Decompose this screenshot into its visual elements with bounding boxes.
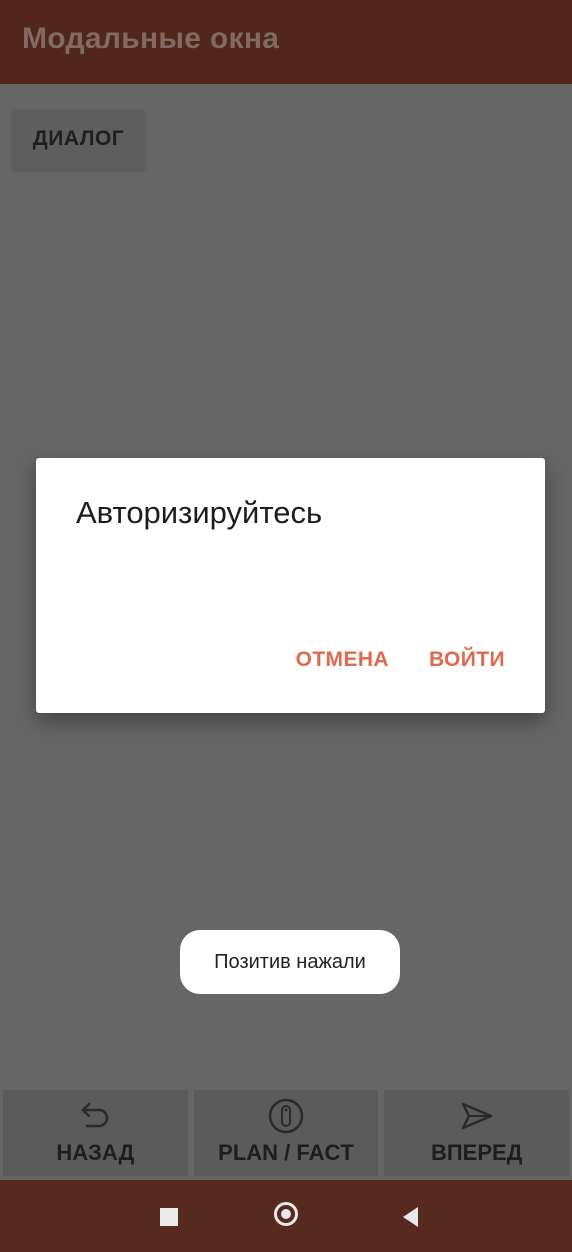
home-icon[interactable] [274, 1202, 298, 1226]
toast-message: Позитив нажали [180, 930, 400, 994]
app-bar-title: Модальные окна [22, 22, 280, 55]
dialog-title: Авторизируйтесь [76, 495, 323, 530]
send-icon [461, 1102, 492, 1130]
screen: Модальные окна ДИАЛОГ Авторизируйтесь ОТ… [0, 0, 572, 1252]
auth-dialog: Авторизируйтесь ОТМЕНА ВОЙТИ [36, 458, 545, 713]
dialog-actions: ОТМЕНА ВОЙТИ [296, 648, 505, 672]
home-icon-inner [281, 1209, 291, 1219]
dialog-button[interactable]: ДИАЛОГ [12, 109, 145, 169]
nav-label-back: НАЗАД [56, 1140, 135, 1165]
back-icon[interactable] [403, 1207, 418, 1227]
nav-item-forward[interactable]: ВПЕРЕД [384, 1090, 570, 1176]
login-button[interactable]: ВОЙТИ [429, 648, 505, 672]
info-icon [268, 1098, 304, 1134]
nav-item-plan-fact[interactable]: PLAN / FACT [193, 1090, 379, 1176]
system-nav-bar [0, 1180, 572, 1252]
nav-item-back[interactable]: НАЗАД [3, 1090, 188, 1176]
recents-icon[interactable] [160, 1208, 178, 1226]
undo-icon [82, 1102, 109, 1128]
app-bar: Модальные окна [0, 0, 572, 84]
cancel-button[interactable]: ОТМЕНА [296, 648, 389, 672]
nav-label-plan-fact: PLAN / FACT [218, 1140, 354, 1165]
nav-label-forward: ВПЕРЕД [430, 1140, 523, 1165]
bottom-nav: НАЗАД PLAN / FACT ВПЕРЕД [0, 1090, 572, 1176]
